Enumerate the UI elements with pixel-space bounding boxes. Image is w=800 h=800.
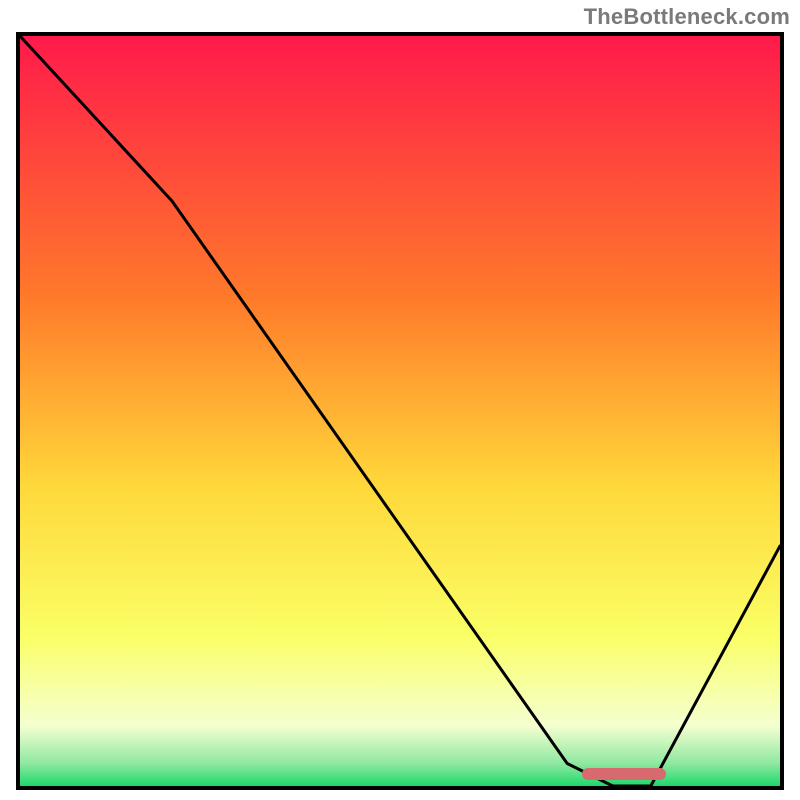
plot-inner	[20, 36, 780, 786]
gradient-background	[20, 36, 780, 786]
plot-area	[16, 32, 784, 790]
bottleneck-chart	[20, 36, 780, 786]
attribution-label: TheBottleneck.com	[584, 4, 790, 30]
chart-frame: TheBottleneck.com	[0, 0, 800, 800]
optimal-range-marker	[582, 768, 666, 780]
